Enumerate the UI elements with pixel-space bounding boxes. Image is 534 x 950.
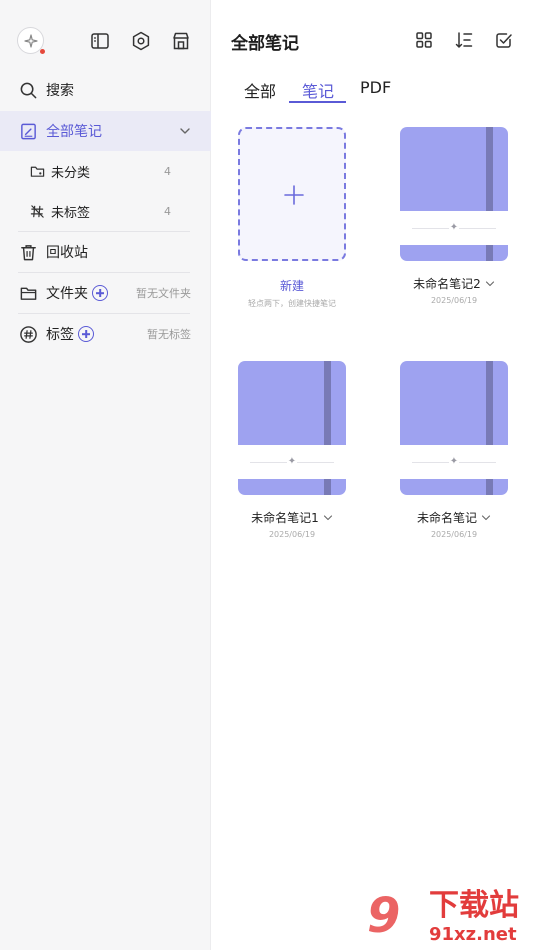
new-note-box[interactable] — [238, 127, 346, 261]
avatar[interactable] — [17, 27, 45, 54]
sidebar-item-all-notes[interactable]: 全部笔记 — [0, 111, 211, 151]
new-note-title: 新建 — [279, 279, 304, 293]
grid-view-icon[interactable] — [414, 30, 434, 50]
empty-hint: 暂无标签 — [147, 328, 191, 341]
tab-indicator — [289, 101, 346, 103]
item-count: 4 — [164, 164, 171, 178]
sidebar-item-label: 未分类 — [51, 165, 91, 181]
notebook-cover[interactable]: ✦ — [238, 361, 346, 495]
new-note-card[interactable]: 新建 轻点两下，创建快捷笔记 — [238, 127, 346, 309]
tab-all[interactable]: 全部 — [244, 78, 276, 102]
sidebar-toggle-icon[interactable] — [89, 30, 111, 52]
note-date: 2025/06/19 — [430, 530, 478, 539]
note-card[interactable]: ✦ 未命名笔记2 2025/06/19 — [400, 127, 508, 305]
sidebar-item-label: 搜索 — [46, 83, 74, 99]
sidebar-item-label: 全部笔记 — [46, 124, 102, 140]
store-icon[interactable] — [170, 30, 192, 52]
main-panel: 全部笔记 全部 笔记 PDF 新建 轻点两下，创建快捷笔记 ✦ 未命名笔记2 2… — [211, 0, 534, 950]
settings-icon[interactable] — [130, 30, 152, 52]
chevron-down-icon[interactable] — [323, 513, 333, 523]
folder-icon — [18, 283, 38, 303]
sort-icon[interactable] — [454, 30, 474, 50]
sidebar-item-label: 回收站 — [46, 245, 88, 261]
empty-hint: 暂无文件夹 — [136, 287, 191, 300]
sparkle-icon: ✦ — [449, 221, 459, 235]
chevron-down-icon[interactable] — [485, 279, 495, 289]
note-card[interactable]: ✦ 未命名笔记 2025/06/19 — [400, 361, 508, 539]
notes-icon — [18, 121, 38, 141]
chevron-down-icon[interactable] — [481, 513, 491, 523]
sparkle-icon: ✦ — [287, 455, 297, 469]
sidebar-item-search[interactable]: 搜索 — [0, 70, 211, 110]
sidebar-item-folders[interactable]: 文件夹 暂无文件夹 — [0, 273, 211, 313]
sparkle-icon — [23, 33, 38, 48]
notebook-label: ✦ — [400, 211, 508, 245]
note-title-text: 未命名笔记 — [416, 511, 477, 525]
sidebar-item-uncategorized[interactable]: 未分类 4 — [0, 151, 211, 191]
note-title-text: 未命名笔记1 — [251, 511, 319, 525]
tab-bar: 全部 笔记 PDF — [211, 74, 534, 104]
note-date: 2025/06/19 — [430, 296, 478, 305]
select-icon[interactable] — [494, 30, 514, 50]
item-count: 4 — [164, 204, 171, 218]
tab-notes[interactable]: 笔记 — [302, 78, 334, 102]
tab-pdf[interactable]: PDF — [360, 78, 391, 97]
watermark-logo: 9 — [367, 888, 401, 944]
sidebar-item-tags[interactable]: 标签 暂无标签 — [0, 314, 211, 354]
sidebar-item-label: 标签 — [46, 327, 74, 343]
plus-icon — [284, 185, 304, 205]
note-title-text: 未命名笔记2 — [413, 277, 481, 291]
add-tag-icon[interactable] — [78, 326, 94, 342]
watermark-domain: 91xz.net — [429, 924, 517, 945]
notebook-cover[interactable]: ✦ — [400, 361, 508, 495]
chevron-down-icon[interactable] — [179, 125, 191, 137]
note-title: 未命名笔记2 — [400, 275, 508, 292]
notification-dot — [40, 49, 45, 54]
notebook-cover[interactable]: ✦ — [400, 127, 508, 261]
sidebar-item-trash[interactable]: 回收站 — [0, 232, 211, 272]
sidebar-item-label: 文件夹 — [46, 286, 88, 302]
hashtag-icon — [18, 324, 38, 344]
sidebar: 搜索 全部笔记 未分类 4 未标签 4 回收站 文件夹 暂无文件夹 标签 暂无标… — [0, 0, 211, 950]
watermark: 9 下载站 91xz.net — [365, 888, 534, 950]
note-date: 2025/06/19 — [268, 530, 316, 539]
sidebar-toolbar — [0, 22, 211, 62]
search-icon — [18, 80, 38, 100]
trash-icon — [18, 242, 38, 262]
sidebar-item-untagged[interactable]: 未标签 4 — [0, 191, 211, 231]
folder-question-icon — [29, 163, 45, 179]
new-note-hint: 轻点两下，创建快捷笔记 — [248, 299, 336, 308]
notebook-label: ✦ — [238, 445, 346, 479]
note-card[interactable]: ✦ 未命名笔记1 2025/06/19 — [238, 361, 346, 539]
watermark-brand: 下载站 — [429, 888, 519, 923]
page-title: 全部笔记 — [231, 34, 299, 54]
add-folder-icon[interactable] — [92, 285, 108, 301]
sparkle-icon: ✦ — [449, 455, 459, 469]
no-tag-icon — [29, 203, 45, 219]
note-title: 未命名笔记 — [400, 509, 508, 526]
sidebar-item-label: 未标签 — [51, 205, 91, 221]
notebook-label: ✦ — [400, 445, 508, 479]
note-title: 未命名笔记1 — [238, 509, 346, 526]
